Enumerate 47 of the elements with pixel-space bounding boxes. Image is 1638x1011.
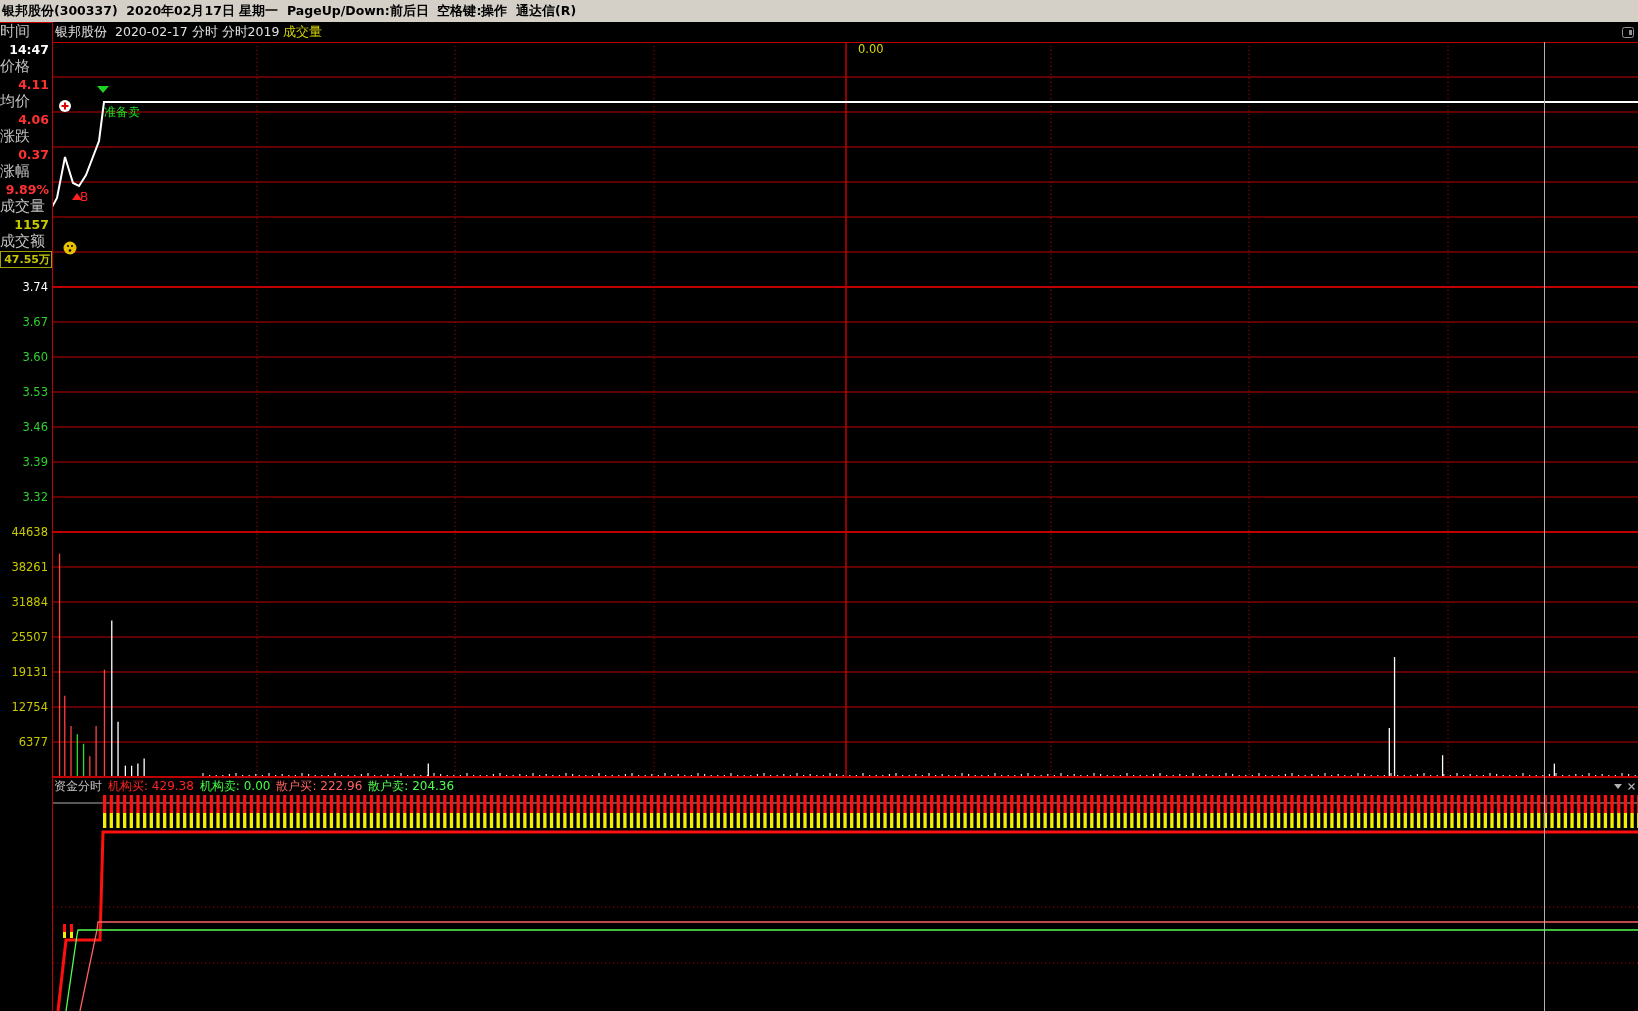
axis-label: 25507 — [11, 630, 48, 644]
quote-value: 4.06 — [17, 110, 50, 128]
flow-value: 机构卖: 0.00 — [199, 778, 271, 795]
flow-value: 散户买: 222.96 — [276, 778, 363, 795]
indicator-title: 资金分时 — [54, 778, 102, 795]
axis-label: 3.32 — [22, 490, 48, 504]
center-price-label: 0.00 — [858, 42, 884, 56]
axis-label: 19131 — [11, 665, 48, 679]
quote-value: 4.11 — [17, 75, 50, 93]
panel-toggle-icon[interactable] — [1622, 26, 1634, 38]
flow-value: 机构买: 429.38 — [108, 778, 194, 795]
plus-circle-icon — [59, 100, 71, 112]
quote-label: 价格 — [0, 58, 31, 76]
sell-signal-label: 准备卖 — [104, 105, 140, 119]
buy-triangle-icon — [72, 193, 82, 200]
axis-label: 3.67 — [22, 315, 48, 329]
dropdown-icon[interactable] — [1614, 784, 1622, 789]
axis-label: 12754 — [11, 700, 48, 714]
axis-label: 3.53 — [22, 385, 48, 399]
buy-signal-label: B — [80, 190, 89, 204]
axis-label: 31884 — [11, 595, 48, 609]
axis-label: 3.39 — [22, 455, 48, 469]
quote-label: 均价 — [0, 93, 31, 111]
axis-label: 3.60 — [22, 350, 48, 364]
close-icon[interactable] — [1628, 783, 1635, 790]
flow-value: 散户卖: 204.36 — [368, 778, 455, 795]
quote-label: 成交量 — [0, 198, 46, 216]
axis-label: 3.46 — [22, 420, 48, 434]
axis-label: 6377 — [18, 735, 48, 749]
quote-value: 14:47 — [8, 40, 50, 58]
chart-info: 2020-02-17 分时 分时2019 — [115, 23, 280, 41]
quote-value: 9.89% — [4, 180, 50, 198]
axis-label: 44638 — [11, 525, 48, 539]
indicator-name: 成交量 — [283, 23, 323, 41]
window-title: 银邦股份(300337) 2020年02月17日 星期一 PageUp/Down:前后日 空格键:操作 通达信(R) — [0, 0, 1638, 22]
quote-value: 47.55万 — [0, 250, 52, 268]
quote-value: 1157 — [13, 215, 50, 233]
quote-label: 成交额 — [0, 233, 46, 251]
axis-label: 38261 — [11, 560, 48, 574]
quote-value: 0.37 — [17, 145, 50, 163]
quote-label: 涨跌 — [0, 128, 31, 146]
quote-label: 时间 — [0, 23, 31, 41]
smiley-icon — [63, 241, 77, 255]
stock-name: 银邦股份 — [55, 23, 107, 41]
axis-label: 3.74 — [22, 280, 48, 294]
quote-label: 涨幅 — [0, 163, 31, 181]
sell-triangle-icon — [97, 86, 109, 93]
